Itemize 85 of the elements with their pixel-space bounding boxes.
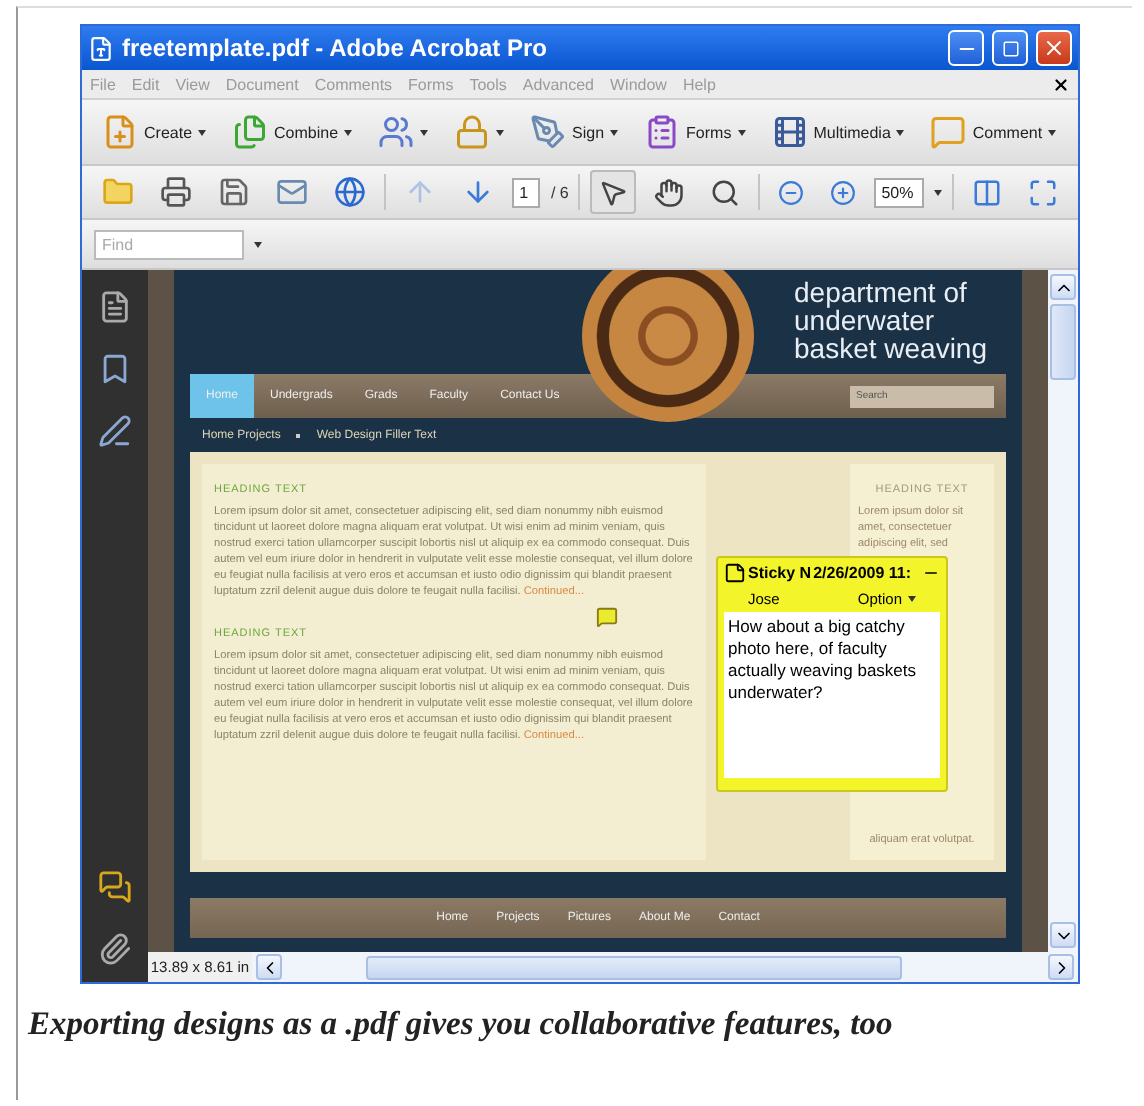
magnifier-icon	[710, 177, 741, 207]
pen-icon	[98, 414, 132, 448]
comment-button[interactable]: Comment	[922, 110, 1065, 154]
scroll-up-button[interactable]	[1050, 274, 1076, 300]
bookmark-icon	[98, 352, 132, 386]
menu-item[interactable]: Tools	[469, 75, 507, 93]
zoom-in-icon	[829, 179, 856, 205]
page-icon	[98, 290, 132, 324]
film-icon	[771, 114, 808, 150]
minimize-button[interactable]	[948, 30, 984, 66]
sign-button[interactable]: Sign	[522, 110, 627, 154]
menu-item[interactable]: Window	[610, 75, 667, 93]
horizontal-scrollbar[interactable]	[252, 952, 1078, 982]
comments-button[interactable]	[98, 870, 132, 904]
menu-item[interactable]: Forms	[408, 75, 454, 93]
expand-icon	[1027, 177, 1058, 207]
caret-icon	[610, 129, 619, 135]
note-icon	[724, 562, 746, 584]
lock-icon	[454, 114, 491, 150]
close-button[interactable]	[1036, 30, 1072, 66]
caret-icon	[896, 129, 905, 135]
scroll-thumb[interactable]	[366, 955, 902, 979]
caret-icon	[496, 129, 505, 135]
caret-icon	[420, 129, 429, 135]
globe-icon	[334, 176, 366, 208]
close-document-button[interactable]	[1052, 75, 1070, 93]
find-caret-icon[interactable]	[254, 241, 262, 247]
forms-button[interactable]: Forms	[636, 110, 754, 154]
window-title: freetemplate.pdf - Adobe Acrobat Pro	[122, 34, 549, 62]
scroll-thumb[interactable]	[1050, 304, 1076, 380]
zoom-out-icon	[777, 179, 804, 205]
attachments-button[interactable]	[98, 932, 132, 966]
vertical-scrollbar[interactable]	[1048, 270, 1078, 952]
page-number-field[interactable]: 1	[511, 177, 541, 207]
caret-icon	[908, 596, 916, 602]
pages-button[interactable]	[98, 290, 132, 324]
select-tool-button[interactable]	[590, 170, 637, 214]
columns-icon	[971, 177, 1002, 207]
site-title: department of underwater basket weaving	[794, 278, 990, 368]
comment-note-icon[interactable]	[596, 606, 618, 628]
menu-item[interactable]: Comments	[314, 75, 393, 93]
folder-icon	[102, 176, 134, 208]
menu-item[interactable]: View	[175, 75, 210, 93]
caret-icon	[198, 129, 207, 135]
find-field[interactable]: Find	[94, 229, 244, 259]
note-date: 2/26/2009 11:	[813, 564, 912, 582]
speech-bubble-icon	[930, 114, 967, 150]
files-icon	[232, 114, 269, 150]
hand-icon	[654, 177, 685, 207]
pen-icon	[530, 114, 567, 150]
speech-bubbles-icon	[98, 870, 132, 904]
file-plus-icon	[102, 114, 138, 150]
note-text[interactable]: How about a big catchy photo here, of faculty actually weaving baskets underwater?	[724, 612, 940, 778]
maximize-icon	[1001, 39, 1019, 57]
scroll-left-button[interactable]	[256, 954, 282, 980]
form-icon	[644, 114, 681, 150]
scroll-right-button[interactable]	[1048, 954, 1074, 980]
combine-button[interactable]: Combine	[224, 110, 361, 154]
menu-item[interactable]: File	[90, 75, 116, 93]
note-title: Sticky N	[748, 564, 812, 582]
page-count: / 6	[550, 183, 569, 201]
menu-item[interactable]: Edit	[131, 75, 160, 93]
create-button[interactable]: Create	[94, 110, 215, 154]
envelope-icon	[276, 176, 308, 208]
caret-icon	[737, 129, 746, 135]
pdf-file-icon	[88, 35, 114, 61]
bookmarks-button[interactable]	[98, 352, 132, 386]
close-icon	[1052, 75, 1070, 93]
maximize-button[interactable]	[992, 30, 1028, 66]
zoom-field[interactable]: 50%	[873, 177, 925, 207]
zoom-caret-icon[interactable]	[934, 189, 943, 195]
paperclip-icon	[98, 932, 132, 966]
menu-item[interactable]: Document	[225, 75, 299, 93]
caret-icon	[1048, 129, 1057, 135]
figure-caption: Exporting designs as a .pdf gives you collaborative features, too	[28, 1004, 895, 1044]
signatures-button[interactable]	[98, 414, 132, 448]
printer-icon	[160, 176, 192, 208]
people-icon	[378, 114, 415, 150]
cursor-icon	[598, 177, 629, 207]
multimedia-button[interactable]: Multimedia	[763, 110, 913, 154]
menu-item[interactable]: Help	[682, 75, 716, 93]
menu-item[interactable]: Advanced	[522, 75, 594, 93]
caret-icon	[344, 129, 353, 135]
close-icon	[1042, 36, 1066, 60]
scroll-down-button[interactable]	[1050, 922, 1076, 948]
